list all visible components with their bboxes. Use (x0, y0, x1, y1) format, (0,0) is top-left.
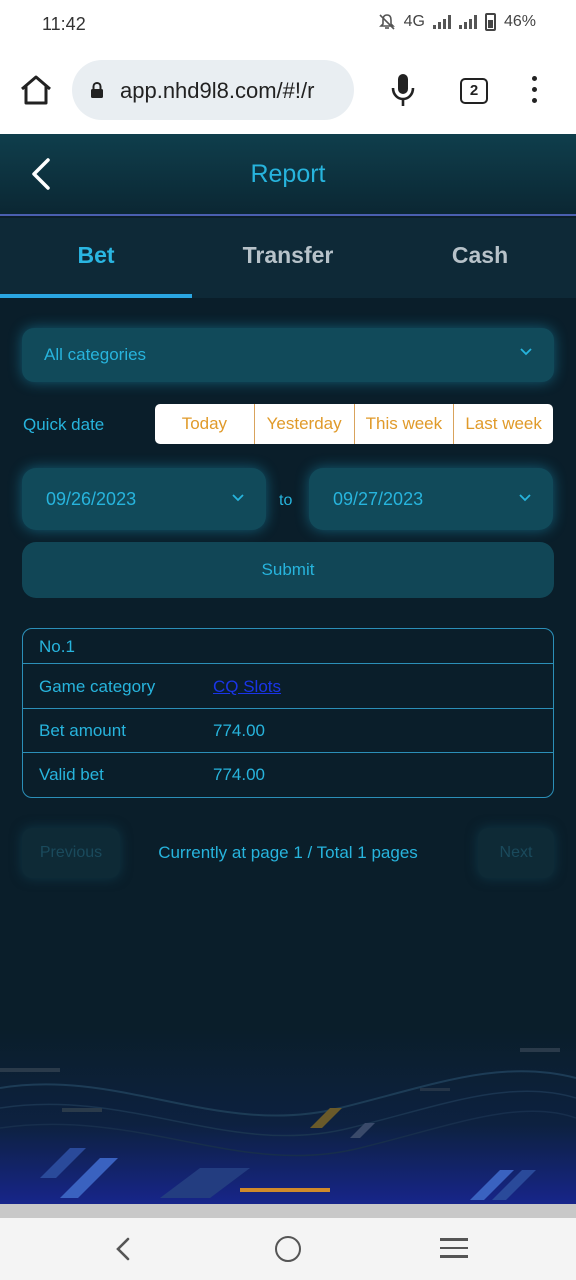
network-type: 4G (403, 13, 425, 30)
from-date-value: 09/26/2023 (46, 489, 137, 509)
address-bar[interactable]: app.nhd9l8.com/#!/r (72, 60, 354, 120)
home-icon[interactable] (18, 72, 54, 108)
chevron-down-icon (232, 494, 244, 502)
pagination: Previous Currently at page 1 / Total 1 p… (0, 818, 576, 888)
record-header: No.1 (23, 629, 553, 664)
browser-toolbar: app.nhd9l8.com/#!/r 2 (0, 50, 576, 134)
table-row: Valid bet 774.00 (23, 753, 553, 797)
tab-switcher-button[interactable]: 2 (460, 78, 488, 104)
to-date-value: 09/27/2023 (333, 489, 424, 509)
signal-icon (432, 15, 451, 29)
quick-date-today-button[interactable]: Today (155, 404, 255, 444)
battery-icon (484, 13, 496, 31)
status-time: 11:42 (42, 14, 86, 34)
url-text: app.nhd9l8.com/#!/r (120, 78, 315, 103)
to-date-picker[interactable]: 09/27/2023 (309, 468, 553, 530)
mic-icon[interactable] (390, 72, 416, 108)
nav-back-icon[interactable] (112, 1236, 134, 1262)
row-label: Bet amount (39, 721, 126, 740)
lock-icon (91, 82, 103, 98)
submit-button[interactable]: Submit (22, 542, 554, 598)
next-page-button[interactable]: Next (478, 828, 554, 878)
status-icons: 4G 46% (378, 13, 536, 31)
row-label: Valid bet (39, 765, 104, 784)
valid-bet-value: 774.00 (213, 765, 265, 784)
previous-page-button[interactable]: Previous (22, 828, 120, 878)
tab-bet[interactable]: Bet (0, 218, 192, 298)
notifications-off-icon (378, 14, 395, 30)
game-category-link[interactable]: CQ Slots (213, 677, 281, 697)
quick-date-group: Today Yesterday This week Last week (155, 404, 553, 444)
from-date-picker[interactable]: 09/26/2023 (22, 468, 266, 530)
screen-edge-strip (0, 1204, 576, 1218)
quick-date-label: Quick date (23, 415, 105, 434)
bet-record-card: No.1 Game category CQ Slots Bet amount 7… (22, 628, 554, 798)
nav-recents-icon[interactable] (440, 1238, 468, 1260)
page-title: Report (250, 160, 326, 188)
report-tabs: Bet Transfer Cash (0, 218, 576, 298)
more-vert-icon[interactable] (526, 76, 542, 106)
chevron-down-icon (519, 494, 531, 502)
nav-home-icon[interactable] (275, 1236, 301, 1262)
category-select[interactable]: All categories (22, 328, 554, 382)
category-select-value: All categories (44, 345, 147, 364)
chevron-down-icon (520, 348, 532, 356)
system-nav-bar (0, 1218, 576, 1280)
app-header: Report (0, 134, 576, 216)
page-info: Currently at page 1 / Total 1 pages (158, 843, 418, 862)
table-row: Game category CQ Slots (23, 664, 553, 709)
report-content: All categories Quick date Today Yesterda… (0, 298, 576, 1204)
record-number: No.1 (39, 637, 75, 656)
tab-transfer[interactable]: Transfer (192, 218, 384, 298)
quick-date-this-week-button[interactable]: This week (355, 404, 455, 444)
app-screen: Report Bet Transfer Cash All categories … (0, 134, 576, 1204)
quick-date-last-week-button[interactable]: Last week (454, 404, 553, 444)
row-label: Game category (39, 677, 156, 696)
tab-cash[interactable]: Cash (384, 218, 576, 298)
bet-amount-value: 774.00 (213, 721, 265, 740)
status-bar: 11:42 4G 46% (0, 0, 576, 50)
table-row: Bet amount 774.00 (23, 709, 553, 753)
background-decoration (0, 1028, 576, 1204)
battery-level: 46% (503, 13, 536, 30)
signal-icon-2 (458, 15, 477, 29)
quick-date-yesterday-button[interactable]: Yesterday (255, 404, 355, 444)
to-label: to (279, 492, 293, 509)
